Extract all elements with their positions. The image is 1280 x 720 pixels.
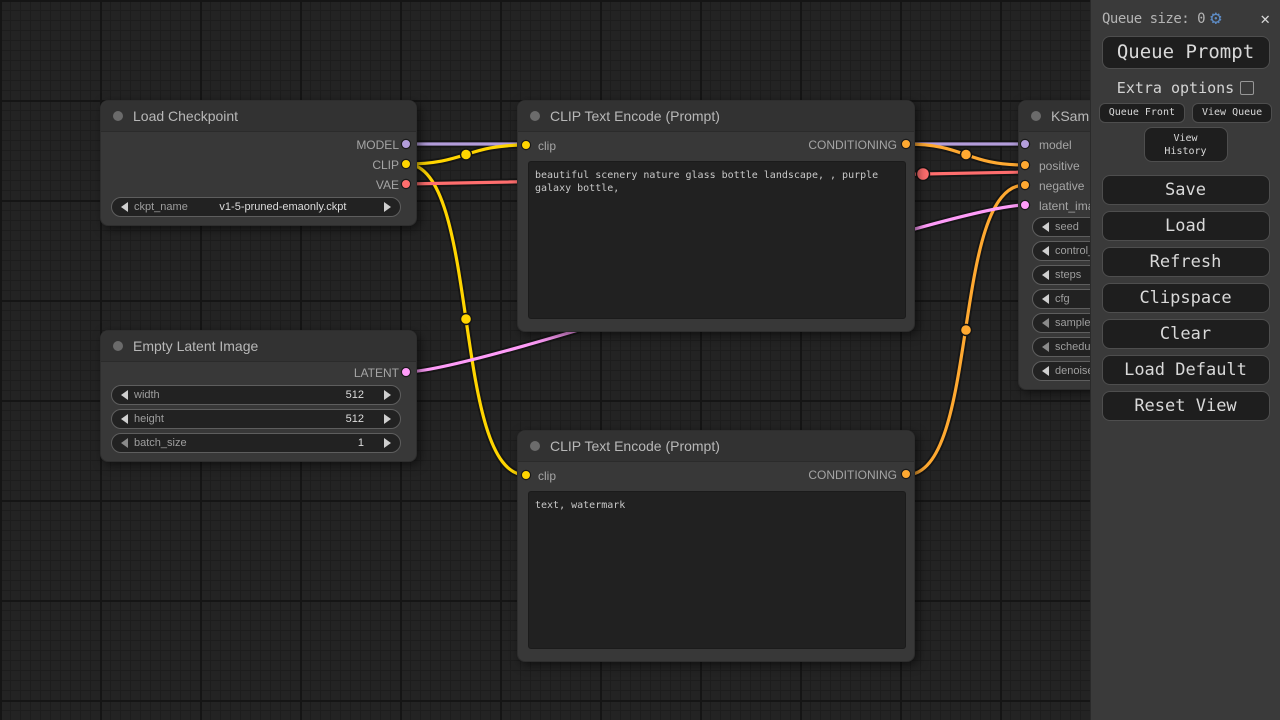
- next-value-arrow-icon[interactable]: [384, 438, 391, 448]
- batch-size-widget[interactable]: batch_size 1: [111, 433, 401, 453]
- load-button[interactable]: Load: [1102, 211, 1270, 241]
- prev-value-arrow-icon[interactable]: [1042, 270, 1049, 280]
- wire-clip-negative: [406, 164, 526, 475]
- prev-value-arrow-icon[interactable]: [121, 438, 128, 448]
- wire-midpoint-dot: [961, 149, 972, 160]
- collapse-dot-icon[interactable]: [113, 111, 123, 121]
- collapse-dot-icon[interactable]: [1031, 111, 1041, 121]
- prev-value-arrow-icon[interactable]: [1042, 246, 1049, 256]
- widget-label: steps: [1055, 269, 1081, 281]
- collapse-dot-icon[interactable]: [530, 111, 540, 121]
- negative-prompt-textarea[interactable]: text, watermark: [528, 491, 906, 649]
- widget-label: batch_size: [134, 437, 187, 449]
- close-icon[interactable]: ✕: [1260, 9, 1270, 28]
- node-title: Load Checkpoint: [133, 108, 238, 124]
- prev-value-arrow-icon[interactable]: [1042, 318, 1049, 328]
- next-value-arrow-icon[interactable]: [384, 390, 391, 400]
- save-button[interactable]: Save: [1102, 175, 1270, 205]
- load-default-button[interactable]: Load Default: [1102, 355, 1270, 385]
- clipspace-button[interactable]: Clipspace: [1102, 283, 1270, 313]
- reset-view-button[interactable]: Reset View: [1102, 391, 1270, 421]
- node-load-checkpoint[interactable]: Load Checkpoint MODEL CLIP VAE ckpt_name…: [100, 100, 417, 226]
- widget-label: denoise: [1055, 365, 1094, 377]
- node-title-bar[interactable]: CLIP Text Encode (Prompt): [518, 101, 914, 132]
- ckpt-name-widget[interactable]: ckpt_name v1-5-pruned-emaonly.ckpt: [111, 197, 401, 217]
- comfy-menu-panel: Queue size: 0 ⚙ ✕ Queue Prompt Extra opt…: [1090, 0, 1280, 720]
- widget-value: 1: [358, 437, 364, 449]
- wire-clip-positive: [406, 145, 526, 164]
- widget-value: 512: [346, 413, 364, 425]
- prev-value-arrow-icon[interactable]: [121, 414, 128, 424]
- widget-label: cfg: [1055, 293, 1070, 305]
- queue-front-button[interactable]: Queue Front: [1099, 103, 1185, 123]
- wire-midpoint-dot: [917, 168, 930, 181]
- extra-options-checkbox[interactable]: [1240, 81, 1254, 95]
- wire-midpoint-dot: [461, 149, 472, 160]
- output-label-conditioning: CONDITIONING: [808, 138, 897, 152]
- node-title-bar[interactable]: CLIP Text Encode (Prompt): [518, 431, 914, 462]
- node-title: CLIP Text Encode (Prompt): [550, 108, 720, 124]
- output-label-model: MODEL: [356, 138, 399, 152]
- node-title-bar[interactable]: Load Checkpoint: [101, 101, 416, 132]
- prev-value-arrow-icon[interactable]: [121, 202, 128, 212]
- output-label-conditioning: CONDITIONING: [808, 468, 897, 482]
- wire-midpoint-dot: [961, 325, 972, 336]
- node-title: CLIP Text Encode (Prompt): [550, 438, 720, 454]
- prev-value-arrow-icon[interactable]: [1042, 366, 1049, 376]
- next-value-arrow-icon[interactable]: [384, 202, 391, 212]
- queue-prompt-button[interactable]: Queue Prompt: [1102, 36, 1270, 69]
- prev-value-arrow-icon[interactable]: [1042, 342, 1049, 352]
- widget-label: height: [134, 413, 164, 425]
- prev-value-arrow-icon[interactable]: [1042, 222, 1049, 232]
- extra-options-label: Extra options: [1117, 79, 1234, 97]
- positive-prompt-textarea[interactable]: beautiful scenery nature glass bottle la…: [528, 161, 906, 319]
- output-label-clip: CLIP: [372, 158, 399, 172]
- height-widget[interactable]: height 512: [111, 409, 401, 429]
- node-title: Empty Latent Image: [133, 338, 258, 354]
- input-label-model: model: [1039, 138, 1072, 152]
- widget-label: width: [134, 389, 160, 401]
- node-clip-text-encode-positive[interactable]: CLIP Text Encode (Prompt) clip CONDITION…: [517, 100, 915, 332]
- view-queue-button[interactable]: View Queue: [1192, 103, 1272, 123]
- wire-midpoint-dot: [461, 314, 472, 325]
- output-label-latent: LATENT: [354, 366, 399, 380]
- widget-value: v1-5-pruned-emaonly.ckpt: [188, 201, 378, 213]
- wire-negative-conditioning: [906, 185, 1025, 475]
- widget-label: seed: [1055, 221, 1079, 233]
- node-clip-text-encode-negative[interactable]: CLIP Text Encode (Prompt) clip CONDITION…: [517, 430, 915, 662]
- next-value-arrow-icon[interactable]: [384, 414, 391, 424]
- prev-value-arrow-icon[interactable]: [121, 390, 128, 400]
- node-empty-latent-image[interactable]: Empty Latent Image LATENT width 512 heig…: [100, 330, 417, 462]
- width-widget[interactable]: width 512: [111, 385, 401, 405]
- queue-size-label: Queue size: 0: [1102, 11, 1205, 27]
- node-graph-canvas[interactable]: Load Checkpoint MODEL CLIP VAE ckpt_name…: [0, 0, 1280, 720]
- prev-value-arrow-icon[interactable]: [1042, 294, 1049, 304]
- collapse-dot-icon[interactable]: [530, 441, 540, 451]
- wire-positive-conditioning: [906, 144, 1025, 165]
- output-label-vae: VAE: [376, 178, 399, 192]
- input-label-negative: negative: [1039, 179, 1084, 193]
- clear-button[interactable]: Clear: [1102, 319, 1270, 349]
- input-label-positive: positive: [1039, 159, 1080, 173]
- widget-label: ckpt_name: [134, 201, 188, 213]
- collapse-dot-icon[interactable]: [113, 341, 123, 351]
- refresh-button[interactable]: Refresh: [1102, 247, 1270, 277]
- settings-gear-icon[interactable]: ⚙: [1210, 9, 1221, 28]
- widget-value: 512: [346, 389, 364, 401]
- node-title-bar[interactable]: Empty Latent Image: [101, 331, 416, 362]
- view-history-button[interactable]: View History: [1144, 127, 1228, 162]
